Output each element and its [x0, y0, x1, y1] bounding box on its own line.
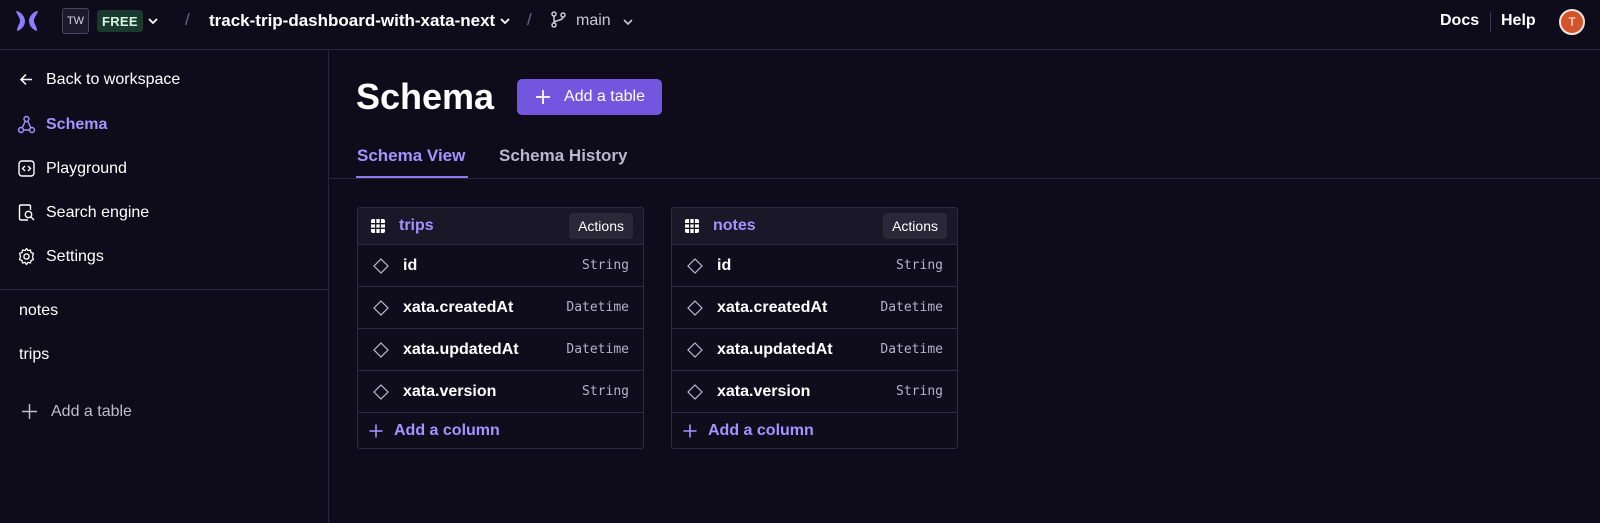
column-type: String — [896, 258, 943, 273]
workspace-badge[interactable]: TW — [62, 8, 89, 34]
column-row[interactable]: xata.updatedAt Datetime — [358, 329, 643, 371]
sidebar-add-table-label: Add a table — [51, 402, 132, 420]
column-name: xata.createdAt — [403, 299, 514, 316]
column-row[interactable]: xata.createdAt Datetime — [358, 287, 643, 329]
plus-icon — [22, 404, 37, 419]
user-avatar[interactable]: T — [1559, 9, 1585, 35]
column-name: id — [717, 257, 732, 274]
arrow-left-icon — [19, 73, 32, 86]
column-row[interactable]: xata.version String — [358, 371, 643, 413]
branch-chevron-down-icon[interactable] — [622, 16, 634, 28]
plan-badge: FREE — [97, 10, 143, 32]
database-name[interactable]: track-trip-dashboard-with-xata-next — [209, 11, 495, 31]
database-chevron-down-icon[interactable] — [499, 15, 511, 27]
column-type: Datetime — [880, 342, 943, 357]
diamond-icon — [687, 384, 703, 400]
column-type: Datetime — [566, 342, 629, 357]
column-row[interactable]: xata.updatedAt Datetime — [672, 329, 957, 371]
tab-schema-history[interactable]: Schema History — [499, 146, 628, 166]
docs-link[interactable]: Docs — [1440, 12, 1479, 30]
diamond-icon — [687, 300, 703, 316]
plus-icon — [369, 424, 383, 438]
back-to-workspace-label: Back to workspace — [46, 70, 181, 88]
breadcrumb-separator: / — [527, 10, 532, 29]
column-name: xata.updatedAt — [403, 341, 519, 358]
main-content: Schema Add a table Schema View Schema Hi… — [330, 50, 1600, 523]
code-icon — [18, 160, 35, 177]
sidebar-table-notes[interactable]: notes — [19, 302, 58, 320]
table-actions-button[interactable]: Actions — [883, 213, 947, 239]
add-table-button[interactable]: Add a table — [517, 79, 662, 115]
add-column-button[interactable]: Add a column — [682, 422, 814, 440]
sidebar-item-label: Search engine — [46, 203, 150, 221]
sidebar-item-settings[interactable]: Settings — [17, 247, 104, 266]
column-row[interactable]: id String — [672, 245, 957, 287]
table-name[interactable]: trips — [399, 217, 434, 235]
sidebar-item-label: Settings — [46, 247, 104, 265]
workspace-chevron-down-icon[interactable] — [147, 15, 159, 27]
tab-schema-view[interactable]: Schema View — [357, 146, 465, 166]
tabs-divider — [330, 178, 1600, 179]
sidebar-item-label: Schema — [46, 115, 108, 133]
diamond-icon — [373, 342, 389, 358]
sidebar-item-search-engine[interactable]: Search engine — [17, 203, 149, 222]
column-row[interactable]: id String — [358, 245, 643, 287]
column-type: Datetime — [566, 300, 629, 315]
sidebar-item-label: Playground — [46, 159, 127, 177]
column-row[interactable]: xata.createdAt Datetime — [672, 287, 957, 329]
table-actions-button[interactable]: Actions — [569, 213, 633, 239]
sidebar-item-schema[interactable]: Schema — [17, 115, 107, 134]
column-name: id — [403, 257, 418, 274]
xata-logo-icon[interactable] — [14, 8, 40, 34]
table-card-header: notes Actions — [672, 208, 957, 245]
add-table-button-label: Add a table — [564, 88, 645, 105]
diamond-icon — [373, 300, 389, 316]
sidebar: Back to workspace Schema Playground Sear… — [0, 50, 329, 523]
column-type: String — [582, 258, 629, 273]
add-column-label: Add a column — [708, 422, 814, 439]
git-branch-icon — [551, 11, 566, 28]
table-name[interactable]: notes — [713, 217, 756, 235]
table-card-header: trips Actions — [358, 208, 643, 245]
column-name: xata.version — [717, 383, 811, 400]
sidebar-table-trips[interactable]: trips — [19, 346, 49, 364]
page-title: Schema — [356, 76, 495, 117]
column-name: xata.updatedAt — [717, 341, 833, 358]
diamond-icon — [687, 258, 703, 274]
branch-name[interactable]: main — [576, 12, 611, 30]
topbar-divider — [1490, 12, 1491, 32]
column-type: Datetime — [880, 300, 943, 315]
table-grid-icon — [371, 219, 385, 233]
add-column-button[interactable]: Add a column — [368, 422, 500, 440]
sidebar-add-table-button[interactable]: Add a table — [20, 402, 132, 421]
column-type: String — [896, 384, 943, 399]
plus-icon — [536, 90, 551, 104]
sidebar-item-playground[interactable]: Playground — [17, 159, 127, 178]
gear-icon — [18, 247, 35, 266]
search-engine-icon — [18, 204, 35, 221]
table-card-notes: notes Actions id String xata.createdAt D… — [671, 207, 958, 449]
schema-icon — [17, 115, 36, 134]
sidebar-divider — [0, 289, 329, 290]
column-row[interactable]: xata.version String — [672, 371, 957, 413]
back-to-workspace-link[interactable]: Back to workspace — [17, 70, 180, 89]
diamond-icon — [373, 258, 389, 274]
add-column-label: Add a column — [394, 422, 500, 439]
plus-icon — [683, 424, 697, 438]
breadcrumb-separator: / — [185, 10, 190, 29]
column-name: xata.version — [403, 383, 497, 400]
column-name: xata.createdAt — [717, 299, 828, 316]
help-link[interactable]: Help — [1501, 12, 1536, 30]
diamond-icon — [687, 342, 703, 358]
diamond-icon — [373, 384, 389, 400]
top-bar: TW FREE / track-trip-dashboard-with-xata… — [0, 0, 1600, 50]
table-card-trips: trips Actions id String xata.createdAt D… — [357, 207, 644, 449]
column-type: String — [582, 384, 629, 399]
table-grid-icon — [685, 219, 699, 233]
